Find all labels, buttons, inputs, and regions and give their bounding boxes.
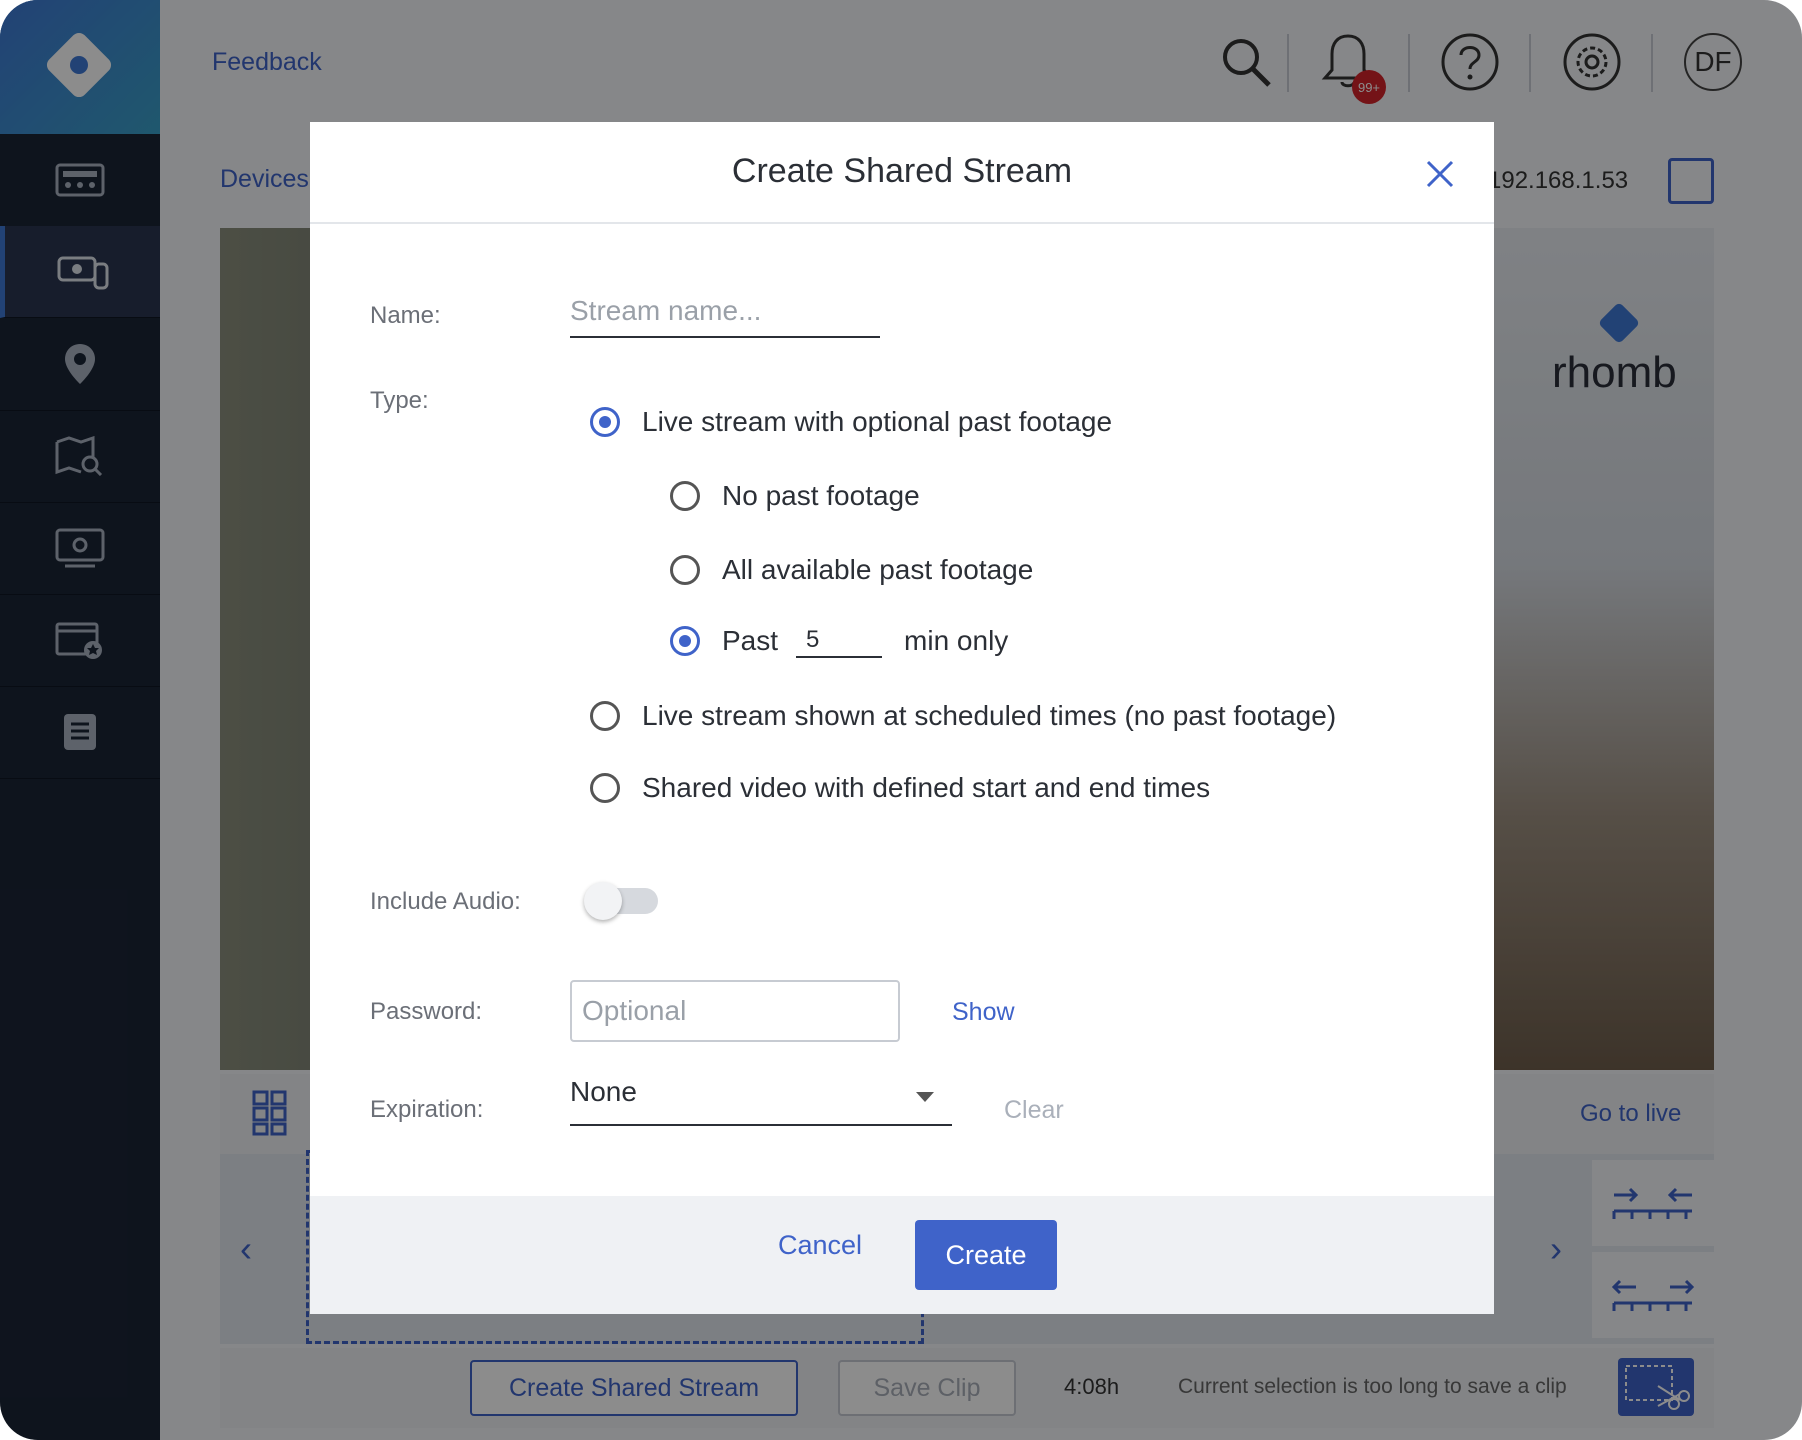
dialog-footer: Cancel Create xyxy=(310,1196,1494,1314)
password-input[interactable] xyxy=(570,980,900,1042)
close-button[interactable] xyxy=(1420,154,1460,194)
radio-past-minutes[interactable] xyxy=(670,626,700,656)
radio-scheduled[interactable] xyxy=(590,701,620,731)
dialog-title: Create Shared Stream xyxy=(731,152,1073,190)
include-audio-toggle[interactable] xyxy=(584,882,658,920)
type-option-live-past[interactable]: Live stream with optional past footage xyxy=(590,406,1112,438)
name-label: Name: xyxy=(370,302,441,329)
past-option-none[interactable]: No past footage xyxy=(670,480,920,512)
type-option-defined-times[interactable]: Shared video with defined start and end … xyxy=(590,772,1210,804)
radio-label: No past footage xyxy=(722,480,920,511)
type-option-scheduled[interactable]: Live stream shown at scheduled times (no… xyxy=(590,700,1336,732)
expiration-value: None xyxy=(570,1076,637,1107)
radio-defined-times[interactable] xyxy=(590,773,620,803)
radio-label: Live stream shown at scheduled times (no… xyxy=(642,700,1337,731)
cancel-button[interactable]: Cancel xyxy=(778,1230,862,1261)
past-suffix: min only xyxy=(904,625,1009,656)
radio-label: Shared video with defined start and end … xyxy=(642,772,1211,803)
show-password-link[interactable]: Show xyxy=(952,998,1015,1027)
close-icon xyxy=(1426,160,1454,188)
expiration-select[interactable]: None xyxy=(570,1070,952,1126)
past-prefix: Past xyxy=(722,625,779,656)
radio-all-past[interactable] xyxy=(670,555,700,585)
past-option-all[interactable]: All available past footage xyxy=(670,554,1033,586)
app-window: Feedback 99+ DF Devices 192.168.1.53 rho… xyxy=(0,0,1802,1440)
radio-label: Live stream with optional past footage xyxy=(642,406,1113,437)
radio-live-past[interactable] xyxy=(590,407,620,437)
dialog-header: Create Shared Stream xyxy=(310,122,1494,224)
password-label: Password: xyxy=(370,998,483,1025)
include-audio-label: Include Audio: xyxy=(370,888,521,915)
create-button[interactable]: Create xyxy=(915,1220,1057,1290)
toggle-knob xyxy=(584,882,622,920)
type-label: Type: xyxy=(370,387,429,414)
stream-name-input[interactable] xyxy=(570,286,880,338)
radio-label: All available past footage xyxy=(722,554,1034,585)
create-shared-stream-dialog: Create Shared Stream Name: Type: Live st… xyxy=(310,122,1494,1314)
past-option-minutes[interactable]: Past min only xyxy=(670,624,1008,658)
clear-expiration-link[interactable]: Clear xyxy=(1004,1096,1064,1125)
radio-no-past[interactable] xyxy=(670,481,700,511)
expiration-label: Expiration: xyxy=(370,1096,484,1123)
caret-down-icon xyxy=(916,1092,934,1102)
past-minutes-input[interactable] xyxy=(796,624,883,658)
